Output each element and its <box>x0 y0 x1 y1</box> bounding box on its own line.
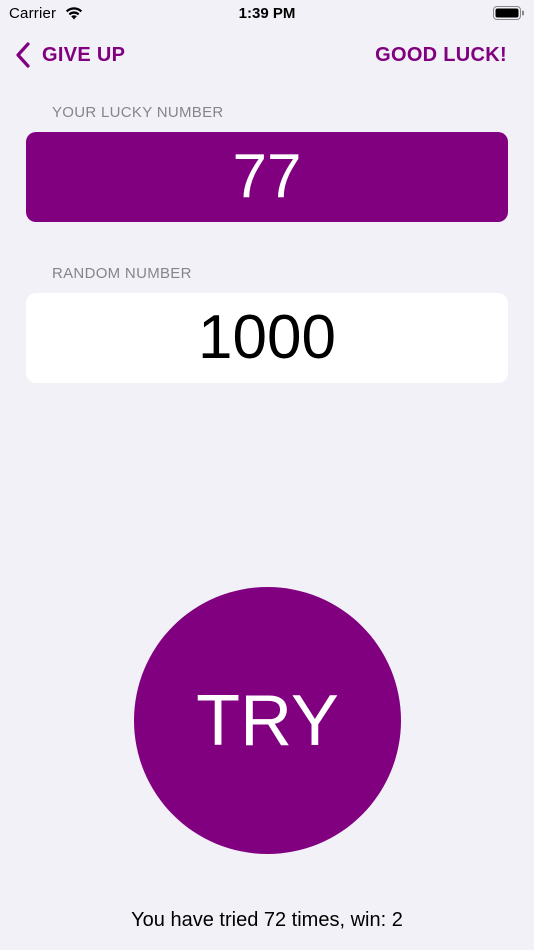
battery-icon <box>493 6 524 20</box>
status-time: 1:39 PM <box>238 5 296 22</box>
chevron-left-icon <box>16 42 30 68</box>
random-number-display: 1000 <box>26 293 508 383</box>
lucky-number-label: YOUR LUCKY NUMBER <box>52 104 224 121</box>
give-up-button[interactable]: GIVE UP <box>14 38 125 72</box>
try-button-label: TRY <box>196 680 339 761</box>
give-up-label: GIVE UP <box>42 43 126 66</box>
good-luck-button[interactable]: GOOD LUCK! <box>375 38 507 72</box>
lucky-number-field[interactable]: 77 <box>26 132 508 222</box>
status-bar: Carrier 1:39 PM <box>0 0 534 30</box>
attempts-summary: You have tried 72 times, win: 2 <box>131 909 403 931</box>
try-button[interactable]: TRY <box>134 587 401 854</box>
random-number-label: RANDOM NUMBER <box>52 265 192 282</box>
good-luck-label: GOOD LUCK! <box>375 43 507 66</box>
navigation-bar: GIVE UP GOOD LUCK! <box>0 30 534 80</box>
